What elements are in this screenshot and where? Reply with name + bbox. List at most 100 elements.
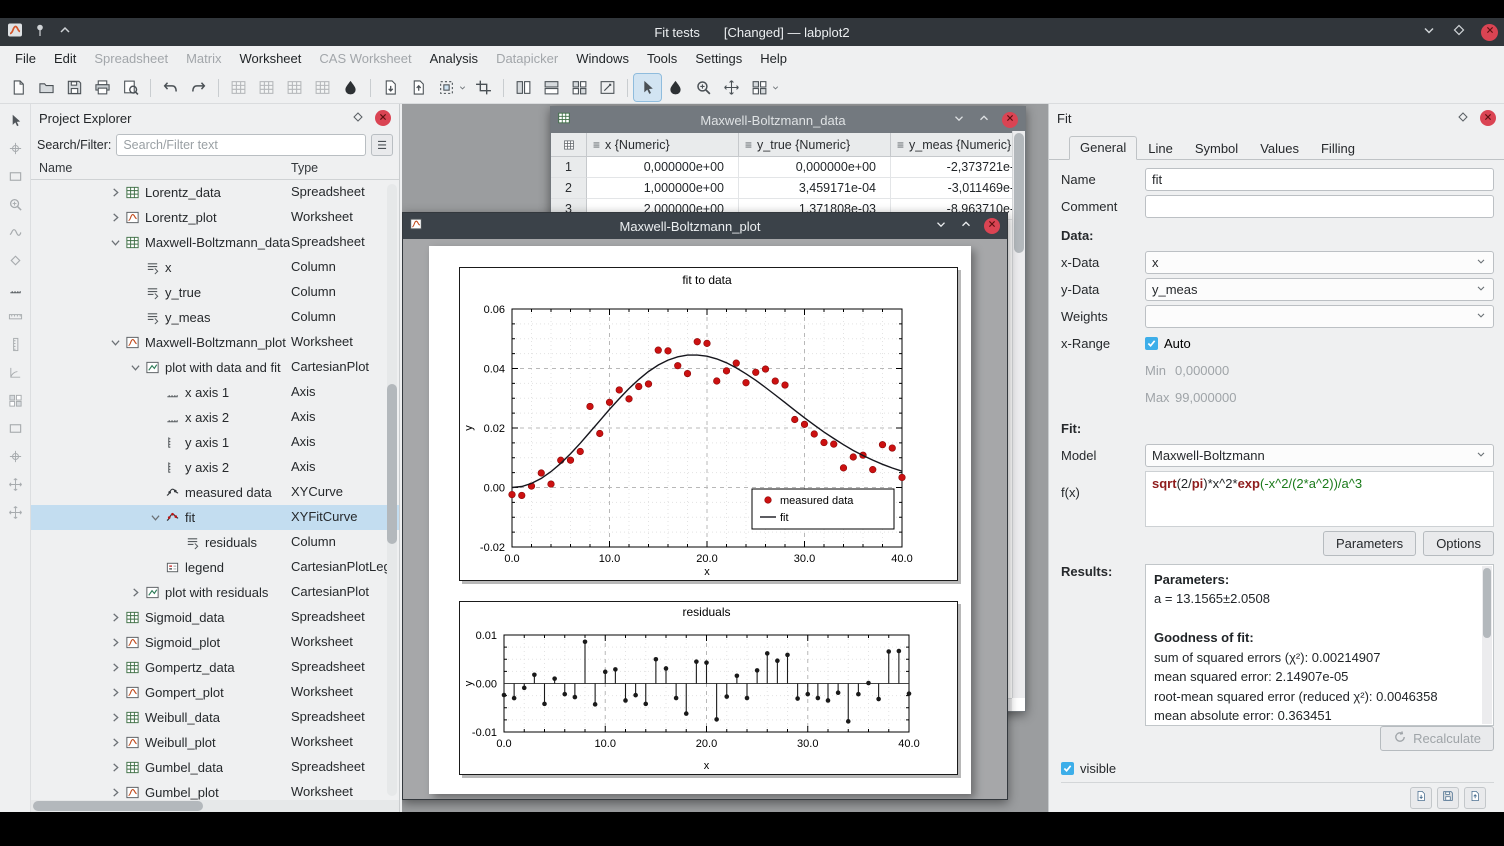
tree-horizontal-scrollbar[interactable] (31, 800, 399, 812)
export-page-button[interactable] (377, 74, 404, 101)
plot-titlebar[interactable]: Maxwell-Boltzmann_plot (403, 213, 1007, 239)
transform-tool[interactable] (6, 504, 24, 521)
y-data-combobox[interactable]: y_meas (1145, 278, 1494, 301)
print-button[interactable] (89, 74, 116, 101)
tree-column-headers[interactable]: Name Type (31, 158, 399, 180)
tree-item-y-axis-1[interactable]: y axis 1Axis (31, 430, 399, 455)
spreadsheet-vertical-scrollbar[interactable] (1012, 131, 1025, 698)
import-page-button[interactable] (405, 74, 432, 101)
tab-values[interactable]: Values (1249, 137, 1310, 160)
tree-item-x-axis-2[interactable]: x axis 2Axis (31, 405, 399, 430)
zoom-select-button[interactable] (690, 74, 717, 101)
search-filter-input[interactable] (116, 134, 366, 156)
minimize-icon[interactable] (952, 111, 966, 130)
fit-frame-button[interactable] (470, 74, 497, 101)
tab-line[interactable]: Line (1137, 137, 1184, 160)
close-panel-button[interactable] (1480, 110, 1496, 126)
tree-item-y-axis-2[interactable]: y axis 2Axis (31, 455, 399, 480)
tree-item-maxwell-boltzmann-data[interactable]: Maxwell-Boltzmann_dataSpreadsheet (31, 230, 399, 255)
expander-icon[interactable] (107, 788, 123, 797)
tab-symbol[interactable]: Symbol (1184, 137, 1249, 160)
model-combobox[interactable]: Maxwell-Boltzmann (1145, 444, 1494, 467)
spreadsheet-titlebar[interactable]: Maxwell-Boltzmann_data (551, 107, 1025, 133)
tree-item-fit[interactable]: fitXYFitCurve (31, 505, 399, 530)
window-titlebar[interactable]: Fit tests[Changed] — labplot2 (0, 18, 1504, 46)
undo-button[interactable] (157, 74, 184, 101)
column-header-type[interactable]: Type (291, 161, 318, 175)
tree-item-legend[interactable]: legendCartesianPlotLegend (31, 555, 399, 580)
table-cell[interactable]: 3,459171e-04 (739, 178, 891, 199)
column-header-name[interactable]: Name (39, 161, 72, 175)
parameters-button[interactable]: Parameters (1323, 531, 1416, 556)
visible-checkbox[interactable] (1061, 762, 1074, 775)
tree-item-x-axis-1[interactable]: x axis 1Axis (31, 380, 399, 405)
layout-grid-button[interactable] (566, 74, 593, 101)
shade-icon[interactable] (57, 22, 73, 43)
menu-help[interactable]: Help (751, 46, 796, 72)
table-cell[interactable]: 0,000000e+00 (739, 157, 891, 178)
tree-item-sigmoid-plot[interactable]: Sigmoid_plotWorksheet (31, 630, 399, 655)
save-template-button[interactable] (1437, 787, 1459, 809)
close-button[interactable] (1481, 24, 1498, 41)
float-panel-icon[interactable] (1456, 110, 1470, 127)
menu-edit[interactable]: Edit (45, 46, 85, 72)
dock-button[interactable] (1410, 787, 1432, 809)
tree-item-x[interactable]: xColumn (31, 255, 399, 280)
expander-icon[interactable] (107, 763, 123, 772)
expander-icon[interactable] (107, 713, 123, 722)
table-cell[interactable]: 1,000000e+00 (587, 178, 739, 199)
close-panel-button[interactable] (375, 110, 391, 126)
table-cell[interactable]: -3,011469e-03 (891, 178, 1025, 199)
x-data-combobox[interactable]: x (1145, 251, 1494, 274)
tree-item-y-true[interactable]: y_trueColumn (31, 280, 399, 305)
tree-item-weibull-plot[interactable]: Weibull_plotWorksheet (31, 730, 399, 755)
filter-options-button[interactable]: ☰ (371, 134, 393, 156)
max-input[interactable] (1175, 387, 1494, 409)
table-cell[interactable]: 0,000000e+00 (587, 157, 739, 178)
formula-editor[interactable]: sqrt(2/pi)*x^2*exp(-x^2/(2*a^2))/a^3 (1145, 471, 1494, 527)
select-cursor-button[interactable] (634, 74, 661, 101)
menu-windows[interactable]: Windows (567, 46, 638, 72)
expander-icon[interactable] (147, 513, 163, 522)
tree-vertical-scrollbar[interactable] (387, 184, 397, 796)
options-button[interactable]: Options (1423, 531, 1494, 556)
load-template-button[interactable] (1464, 787, 1486, 809)
results-scrollbar[interactable] (1482, 566, 1492, 724)
expander-icon[interactable] (107, 638, 123, 647)
menu-spreadsheet[interactable]: Spreadsheet (85, 46, 177, 72)
print-preview-button[interactable] (117, 74, 144, 101)
insert-row-button[interactable] (225, 74, 252, 101)
tree-item-maxwell-boltzmann-plot[interactable]: Maxwell-Boltzmann_plotWorksheet (31, 330, 399, 355)
tree-item-lorentz-data[interactable]: Lorentz_dataSpreadsheet (31, 180, 399, 205)
worksheet-page[interactable]: 0.010.020.030.040.0-0.020.000.020.040.06… (429, 246, 971, 794)
tab-general[interactable]: General (1069, 136, 1137, 160)
crosshair-tool[interactable] (6, 140, 24, 157)
table-cell[interactable]: -2,373721e-03 (891, 157, 1025, 178)
close-window-button[interactable] (1002, 112, 1018, 128)
ruler-vertical-tool[interactable] (6, 336, 24, 353)
name-input[interactable] (1145, 168, 1494, 191)
project-explorer-header[interactable]: Project Explorer (31, 104, 399, 132)
insert-column-button[interactable] (253, 74, 280, 101)
pin-icon[interactable] (32, 22, 48, 43)
tree-item-sigmoid-data[interactable]: Sigmoid_dataSpreadsheet (31, 605, 399, 630)
comment-input[interactable] (1145, 195, 1494, 218)
maximize-icon[interactable] (977, 111, 991, 130)
menu-tools[interactable]: Tools (638, 46, 686, 72)
column-header-y_meas[interactable]: ≡y_meas {Numeric} (891, 133, 1025, 157)
tree-item-measured-data[interactable]: measured dataXYCurve (31, 480, 399, 505)
minimize-icon[interactable] (1421, 22, 1437, 43)
layout-rows-button[interactable] (538, 74, 565, 101)
expander-icon[interactable] (107, 613, 123, 622)
tree-item-gompert-plot[interactable]: Gompert_plotWorksheet (31, 680, 399, 705)
minimize-icon[interactable] (934, 217, 948, 236)
select-rect-tool[interactable] (6, 168, 24, 185)
maximize-icon[interactable] (959, 217, 973, 236)
open-button[interactable] (33, 74, 60, 101)
tree-item-y-meas[interactable]: y_measColumn (31, 305, 399, 330)
sort-button[interactable] (281, 74, 308, 101)
maximize-icon[interactable] (1451, 22, 1467, 43)
expander-icon[interactable] (127, 363, 143, 372)
recalculate-button[interactable]: Recalculate (1380, 726, 1494, 751)
navigate-button[interactable] (662, 74, 689, 101)
